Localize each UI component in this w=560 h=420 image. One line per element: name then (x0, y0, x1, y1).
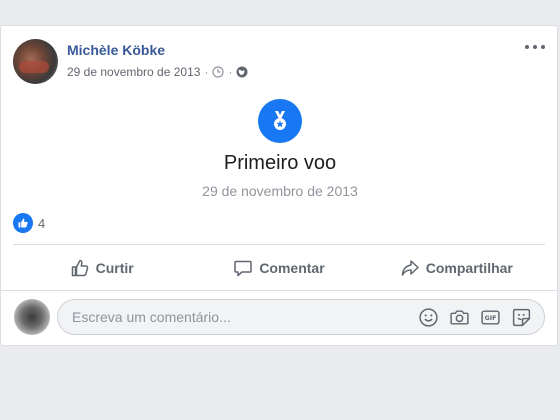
clock-icon (212, 66, 225, 78)
globe-icon[interactable] (236, 66, 248, 78)
gif-icon[interactable]: GIF (480, 307, 501, 328)
event-title: Primeiro voo (223, 152, 337, 174)
like-label: Curtir (95, 260, 134, 276)
author-name[interactable]: Michèle Köbke (67, 42, 165, 58)
sticker-icon[interactable] (511, 307, 532, 328)
like-button[interactable]: Curtir (13, 248, 190, 288)
comment-box: GIF (57, 299, 545, 335)
divider (13, 244, 545, 245)
share-button[interactable]: Compartilhar (368, 248, 545, 288)
share-label: Compartilhar (425, 260, 513, 276)
post-card: Michèle Köbke 29 de novembro de 2013 · ·… (0, 25, 558, 346)
comment-button[interactable]: Comentar (190, 248, 367, 288)
reaction-count: 4 (38, 215, 46, 231)
reactions-summary[interactable]: 4 (13, 213, 45, 233)
like-icon (13, 213, 33, 233)
comment-tools: GIF (418, 307, 532, 328)
post-date[interactable]: 29 de novembro de 2013 (67, 65, 200, 79)
thumbs-up-icon (71, 259, 88, 277)
emoji-icon[interactable] (418, 307, 439, 328)
meta-separator-2: · (228, 65, 233, 79)
comment-icon (234, 260, 253, 277)
post-meta: 29 de novembro de 2013 · · (67, 65, 248, 79)
current-user-avatar[interactable] (14, 299, 50, 335)
comment-label: Comentar (259, 260, 325, 276)
meta-separator: · (204, 65, 209, 79)
camera-icon[interactable] (449, 307, 470, 328)
more-options-icon[interactable] (525, 40, 545, 54)
author-avatar[interactable] (13, 39, 58, 84)
comment-input[interactable] (70, 308, 418, 326)
share-icon (401, 260, 419, 276)
event-date: 29 de novembro de 2013 (202, 183, 358, 199)
action-bar: Curtir Comentar Compartilhar (13, 248, 545, 288)
divider (1, 290, 557, 291)
svg-text:GIF: GIF (485, 315, 497, 322)
medal-icon (258, 99, 302, 143)
